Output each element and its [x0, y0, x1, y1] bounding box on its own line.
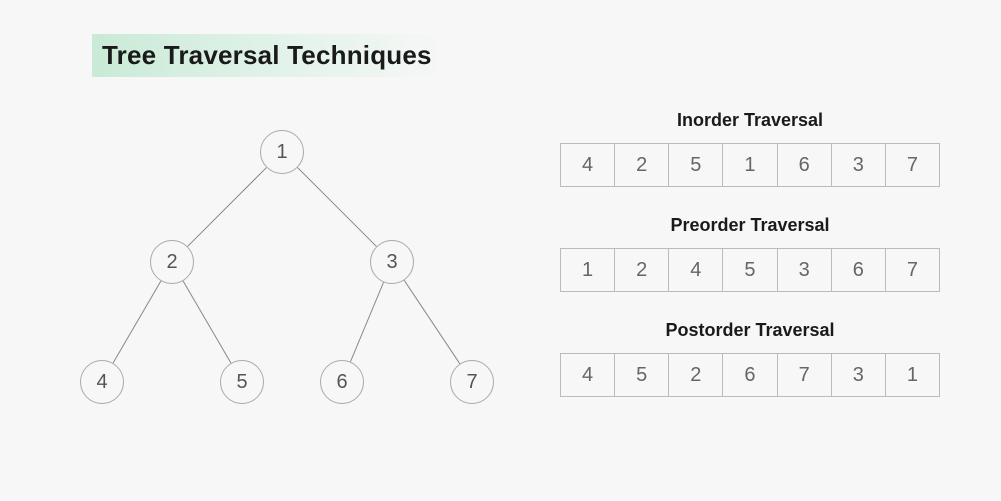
traversal-label: Preorder Traversal	[560, 215, 940, 236]
traversal-cell: 4	[561, 143, 615, 187]
tree-edge	[188, 168, 267, 247]
tree-edge	[298, 168, 377, 247]
traversal-cell: 3	[778, 248, 832, 292]
tree-edge	[350, 282, 383, 361]
traversal-panel: Inorder Traversal4251637Preorder Travers…	[560, 110, 940, 425]
tree-edge	[183, 281, 231, 363]
traversal-cell: 6	[723, 353, 777, 397]
tree-node: 2	[150, 240, 194, 284]
traversal-group: Inorder Traversal 4251637	[560, 110, 940, 187]
traversal-cell: 7	[886, 143, 940, 187]
tree-node: 1	[260, 130, 304, 174]
traversal-label: Inorder Traversal	[560, 110, 940, 131]
traversal-cell: 1	[886, 353, 940, 397]
traversal-cell: 5	[723, 248, 777, 292]
traversal-row: 4251637	[560, 143, 940, 187]
traversal-label: Postorder Traversal	[560, 320, 940, 341]
traversal-cell: 6	[832, 248, 886, 292]
traversal-cell: 3	[832, 353, 886, 397]
tree-edge	[404, 280, 460, 363]
page-title: Tree Traversal Techniques	[102, 40, 432, 71]
tree-edge	[113, 281, 161, 363]
traversal-cell: 2	[615, 143, 669, 187]
traversal-row: 4526731	[560, 353, 940, 397]
traversal-cell: 1	[561, 248, 615, 292]
tree-node: 6	[320, 360, 364, 404]
traversal-cell: 7	[886, 248, 940, 292]
traversal-cell: 3	[832, 143, 886, 187]
traversal-cell: 2	[615, 248, 669, 292]
traversal-cell: 4	[561, 353, 615, 397]
traversal-cell: 5	[615, 353, 669, 397]
traversal-cell: 6	[778, 143, 832, 187]
tree-node: 4	[80, 360, 124, 404]
traversal-cell: 2	[669, 353, 723, 397]
tree-node: 7	[450, 360, 494, 404]
title-highlight: Tree Traversal Techniques	[92, 34, 450, 77]
traversal-cell: 7	[778, 353, 832, 397]
traversal-group: Preorder Traversal 1245367	[560, 215, 940, 292]
traversal-cell: 1	[723, 143, 777, 187]
tree-node: 5	[220, 360, 264, 404]
traversal-group: Postorder Traversal 4526731	[560, 320, 940, 397]
traversal-cell: 5	[669, 143, 723, 187]
tree-node: 3	[370, 240, 414, 284]
tree-diagram: 1234567	[50, 120, 490, 450]
traversal-cell: 4	[669, 248, 723, 292]
traversal-row: 1245367	[560, 248, 940, 292]
